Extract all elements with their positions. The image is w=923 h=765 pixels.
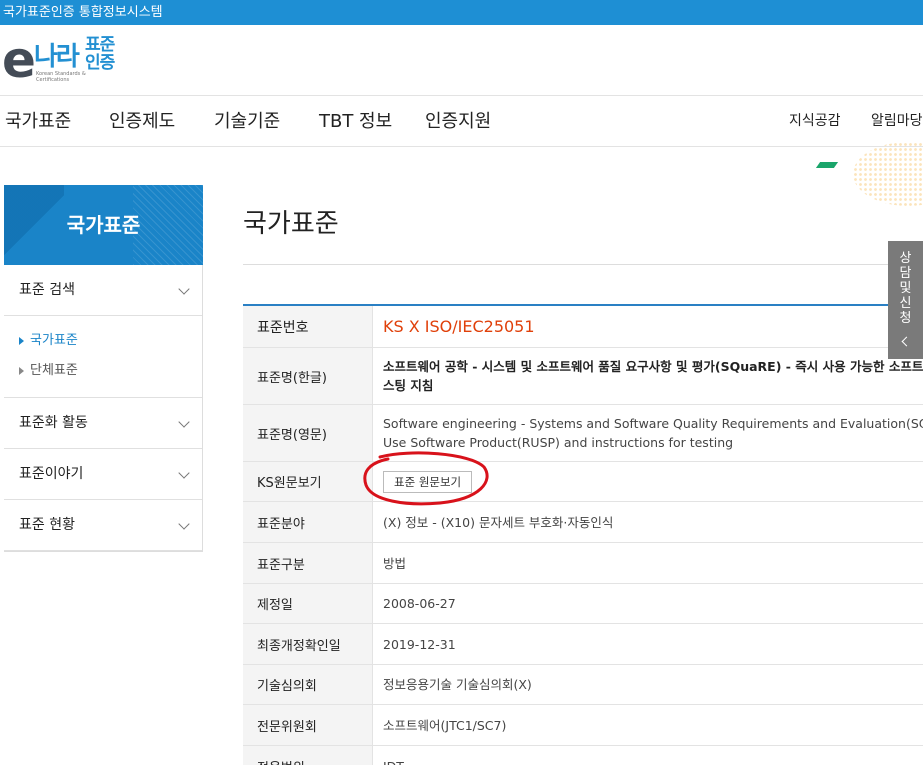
row-label: KS원문보기: [243, 462, 373, 501]
standard-name-english: Software engineering - Systems and Softw…: [373, 405, 923, 461]
sidebar-title: 국가표준: [66, 213, 141, 237]
window-title: 국가표준인증 통합정보시스템: [3, 5, 163, 20]
row-value: (X) 정보 - (X10) 문자세트 부호화·자동인식: [383, 514, 614, 530]
chevron-down-icon: [178, 416, 190, 428]
row-value: 2019-12-31: [383, 636, 456, 652]
gnb-item-tbt[interactable]: TBT 정보: [319, 110, 392, 134]
row-label: 적용범위: [243, 746, 373, 765]
gnb-item-technical-regulation[interactable]: 기술기준: [214, 110, 280, 134]
window-title-bar: 국가표준인증 통합정보시스템: [0, 0, 923, 25]
chevron-down-icon: [178, 518, 190, 530]
table-row: 표준분야 (X) 정보 - (X10) 문자세트 부호화·자동인식: [243, 502, 923, 543]
row-label: 표준분야: [243, 502, 373, 542]
title-divider: [243, 264, 923, 265]
row-value: 방법: [383, 555, 407, 571]
row-label: 기술심의회: [243, 665, 373, 704]
table-row: KS원문보기 표준 원문보기: [243, 462, 923, 502]
sidebar-subitem-label: 국가표준: [30, 333, 78, 348]
row-value: IDT: [373, 746, 923, 765]
row-label: 표준명(영문): [243, 405, 373, 461]
row-label: 표준구분: [243, 543, 373, 583]
decoration-dotted-circle: [853, 142, 923, 206]
table-row: 적용범위 IDT: [243, 746, 923, 765]
chevron-down-icon: [178, 283, 190, 295]
view-original-button[interactable]: 표준 원문보기: [383, 470, 473, 493]
table-row: 제정일 2008-06-27: [243, 584, 923, 624]
global-nav: 국가표준 인증제도 기술기준 TBT 정보 인증지원 지식공감 알림마당: [0, 95, 923, 147]
standard-name-korean: 소프트웨어 공학 - 시스템 및 소프트웨어 품질 요구사항 및 평가(SQua…: [373, 348, 923, 404]
chevron-down-icon: [178, 467, 190, 479]
util-notice[interactable]: 알림마당: [871, 111, 923, 131]
chevron-left-icon: [901, 336, 912, 347]
view-original-cell: 표준 원문보기: [373, 462, 923, 501]
sidebar-item-label: 표준 검색: [19, 282, 75, 298]
sidebar-subitem-label: 단체표준: [30, 363, 78, 378]
table-row: 기술심의회 정보응용기술 기술심의회(X): [243, 665, 923, 705]
table-row: 표준명(한글) 소프트웨어 공학 - 시스템 및 소프트웨어 품질 요구사항 및…: [243, 348, 923, 405]
consult-apply-tab[interactable]: 상담및신청: [888, 241, 923, 359]
sidebar-item-stories[interactable]: 표준이야기: [4, 449, 202, 500]
row-label: 최종개정확인일: [243, 624, 373, 664]
row-label: 전문위원회: [243, 705, 373, 745]
text-line: Use Software Product(RUSP) and instructi…: [383, 435, 734, 450]
sidebar-item-standard-search[interactable]: 표준 검색: [4, 265, 202, 316]
standard-number: KS X ISO/IEC25051: [383, 317, 535, 336]
sidebar-item-status[interactable]: 표준 현황: [4, 500, 202, 551]
sidebar-subitem-group-standard[interactable]: 단체표준: [4, 360, 202, 390]
table-row: 표준명(영문) Software engineering - Systems a…: [243, 405, 923, 462]
sidebar-subitem-national-standard[interactable]: 국가표준: [4, 330, 202, 360]
triangle-right-icon: [19, 337, 24, 345]
sidebar-item-label: 표준 현황: [19, 517, 75, 533]
table-row: 최종개정확인일 2019-12-31: [243, 624, 923, 665]
text-line: 스팅 지침: [383, 378, 434, 393]
standard-detail-table: 표준번호 KS X ISO/IEC25051 표준명(한글) 소프트웨어 공학 …: [243, 304, 923, 765]
decoration-green-bar: [815, 162, 839, 168]
sidebar-item-label: 표준화 활동: [19, 415, 88, 431]
sidebar-submenu: 국가표준 단체표준: [4, 316, 202, 398]
table-row: 전문위원회 소프트웨어(JTC1/SC7): [243, 705, 923, 746]
row-label: 표준명(한글): [243, 348, 373, 404]
row-value: 2008-06-27: [383, 596, 456, 611]
row-value: 소프트웨어(JTC1/SC7): [383, 717, 507, 733]
text-line: Software engineering - Systems and Softw…: [383, 416, 923, 431]
row-label: 제정일: [243, 584, 373, 623]
triangle-right-icon: [19, 367, 24, 375]
logo-e-letter: e: [2, 31, 36, 89]
logo-tagline: Korean Standards & Certifications: [36, 71, 86, 83]
gnb-item-national-standard[interactable]: 국가표준: [5, 110, 71, 134]
consult-apply-label: 상담및신청: [899, 251, 912, 326]
page-title: 국가표준: [243, 209, 339, 239]
site-logo[interactable]: e 나라 표준인증 Korean Standards & Certificati…: [0, 34, 140, 86]
sidebar-item-label: 표준이야기: [19, 466, 84, 482]
logo-nara-text: 나라: [34, 42, 80, 72]
sidebar-item-activities[interactable]: 표준화 활동: [4, 398, 202, 449]
util-knowledge[interactable]: 지식공감: [789, 111, 841, 131]
left-sidebar: 국가표준 표준 검색 국가표준 단체표준 표준화 활동 표준이야기 표준 현황: [4, 185, 203, 552]
gnb-item-certification[interactable]: 인증제도: [109, 110, 175, 134]
logo-brand-text: 표준인증: [85, 35, 115, 73]
sidebar-header: 국가표준: [4, 185, 203, 265]
table-row: 표준구분 방법: [243, 543, 923, 584]
row-label: 표준번호: [243, 306, 373, 347]
gnb-item-support[interactable]: 인증지원: [425, 110, 491, 134]
text-line: 소프트웨어 공학 - 시스템 및 소프트웨어 품질 요구사항 및 평가(SQua…: [383, 359, 923, 374]
table-row: 표준번호 KS X ISO/IEC25051: [243, 306, 923, 348]
row-value: 정보응용기술 기술심의회(X): [383, 677, 532, 692]
